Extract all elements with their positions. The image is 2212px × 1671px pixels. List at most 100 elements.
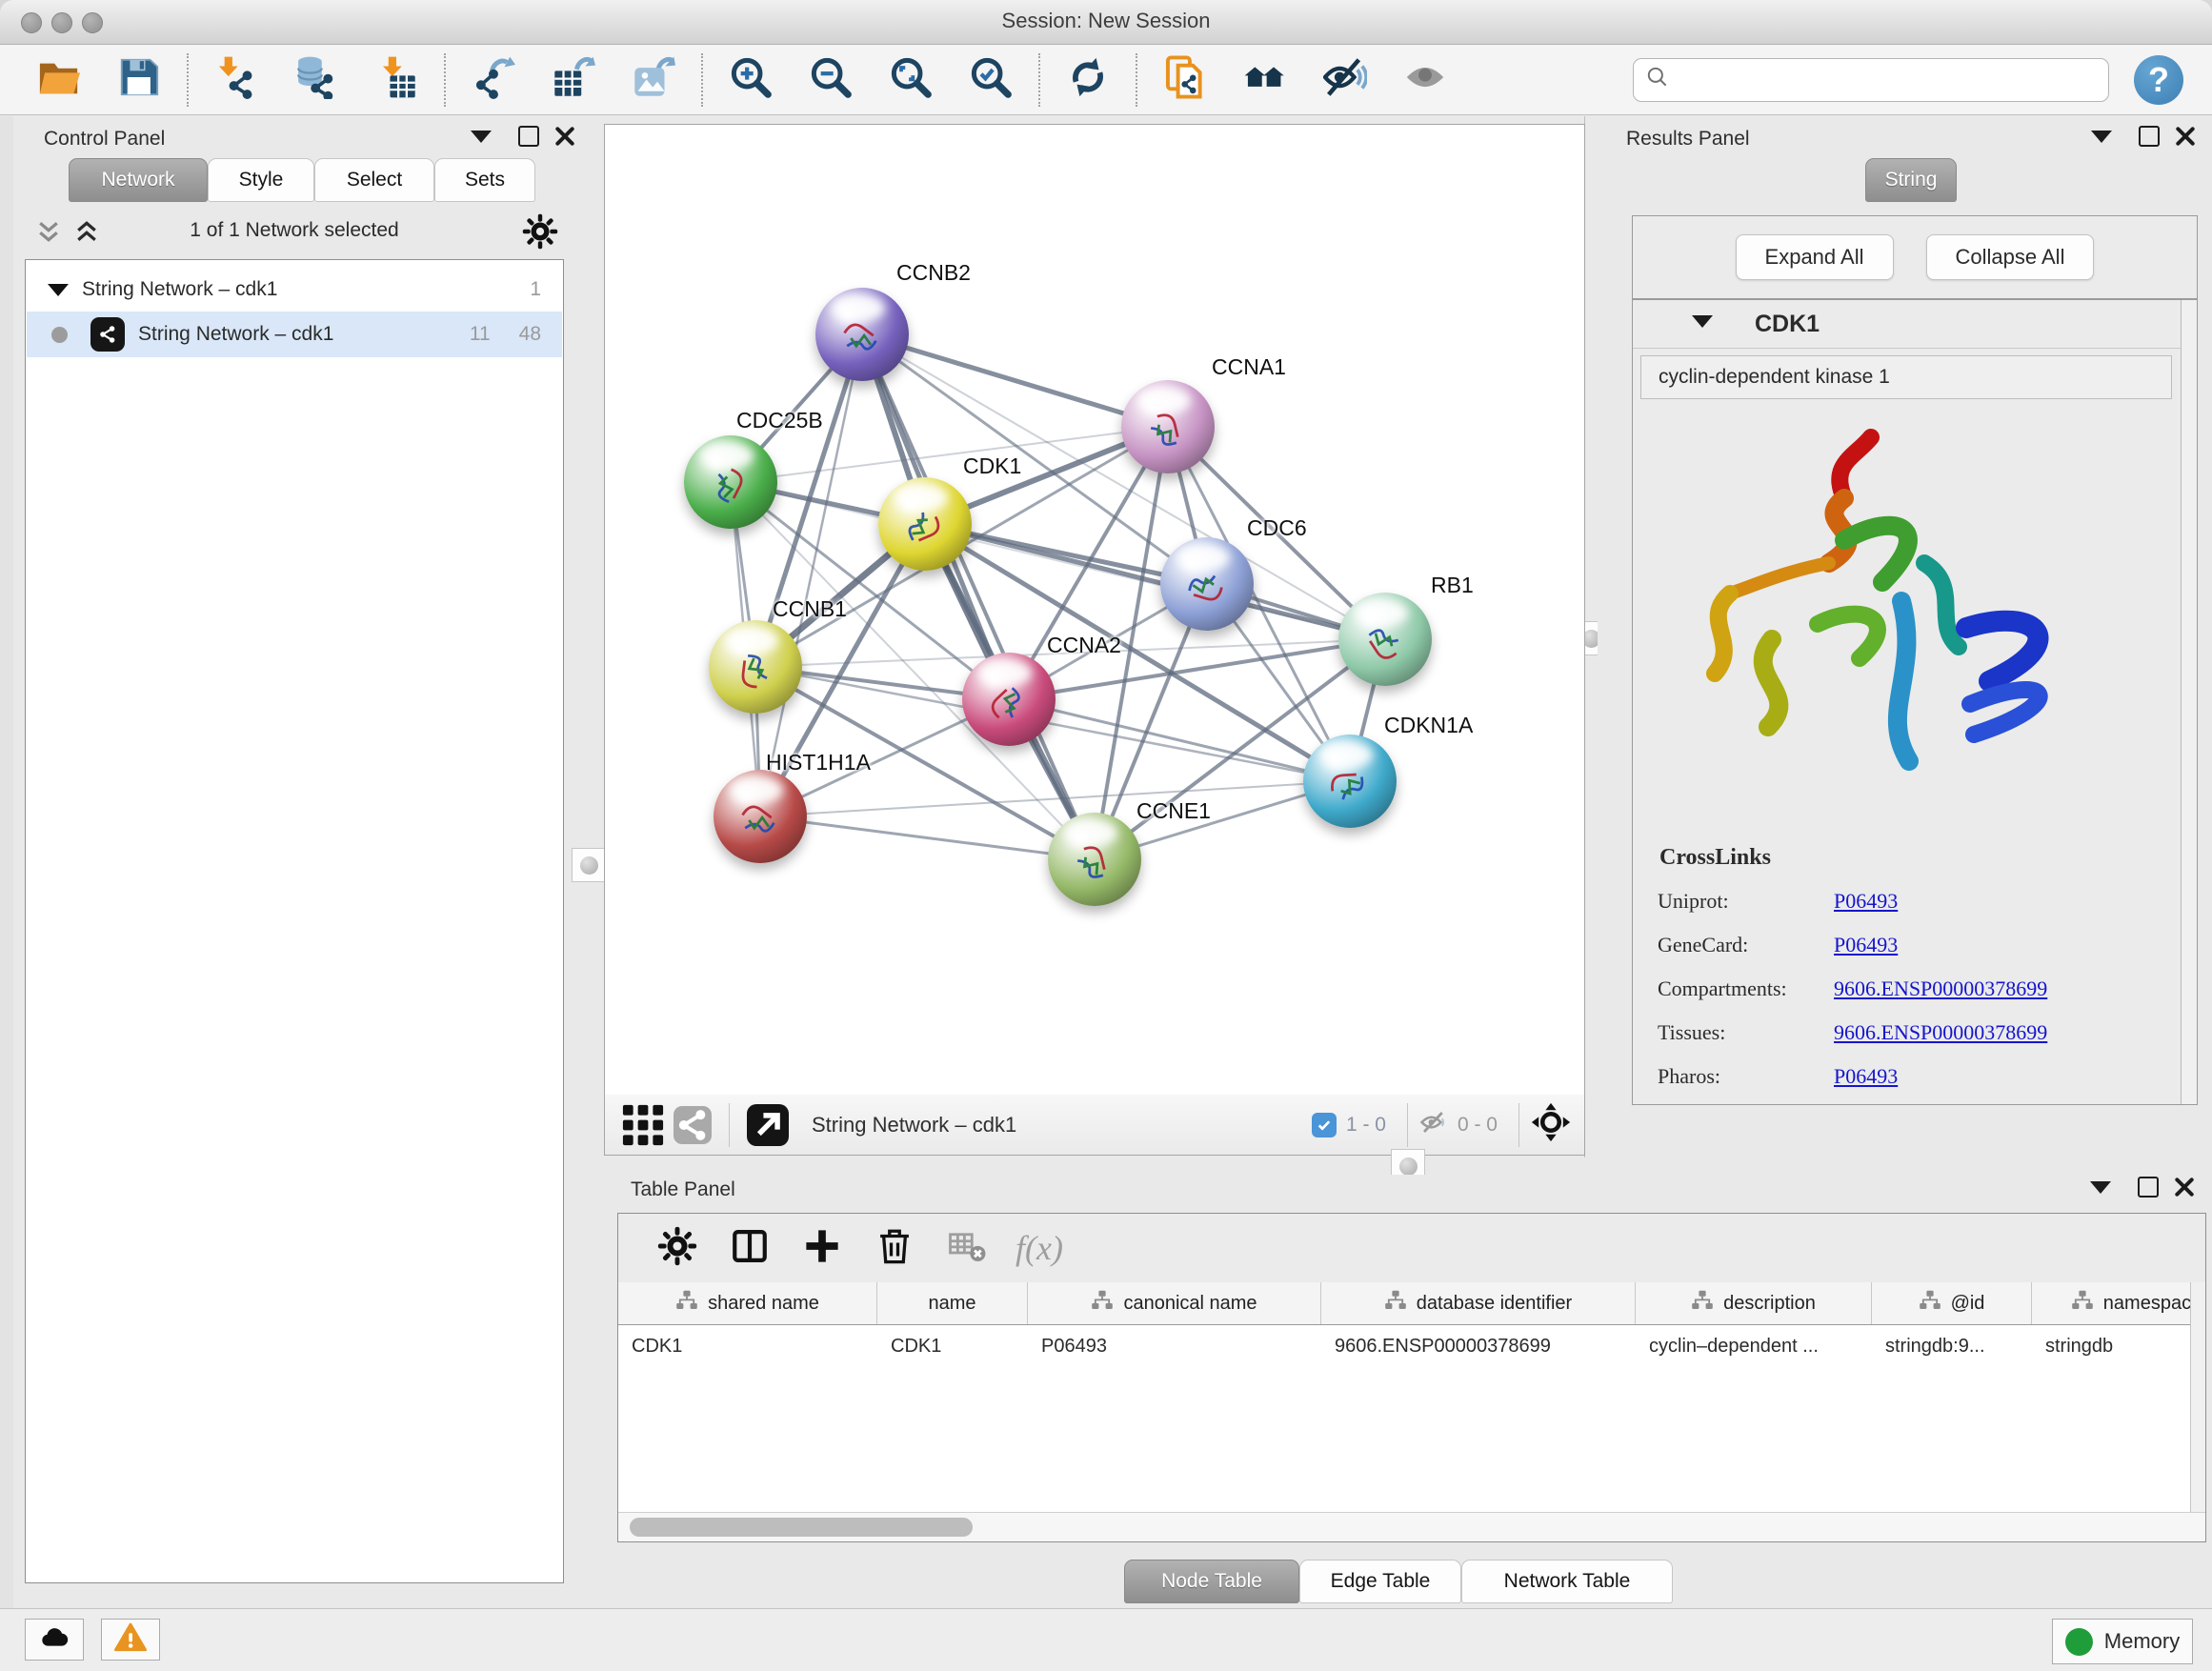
crosslink-link[interactable]: P06493 bbox=[1834, 889, 1898, 914]
tab-select[interactable]: Select bbox=[314, 158, 434, 202]
first-neighbors-button[interactable] bbox=[1225, 50, 1305, 111]
network-node-cdc6[interactable] bbox=[1160, 537, 1254, 631]
export-image-button[interactable] bbox=[613, 50, 694, 111]
table-cell[interactable]: 9606.ENSP00000378699 bbox=[1321, 1324, 1636, 1368]
table-vertical-scrollbar[interactable] bbox=[2190, 1282, 2205, 1513]
help-button[interactable]: ? bbox=[2134, 55, 2183, 105]
table-cell[interactable]: stringdb:9... bbox=[1872, 1324, 2032, 1368]
cloud-status-button[interactable] bbox=[25, 1619, 84, 1661]
save-session-button[interactable] bbox=[99, 50, 179, 111]
import-network-database-button[interactable] bbox=[276, 50, 356, 111]
export-table-button[interactable] bbox=[533, 50, 613, 111]
table-panel-menu-icon[interactable] bbox=[2088, 1175, 2113, 1199]
clone-network-button[interactable] bbox=[1145, 50, 1225, 111]
zoom-fit-button[interactable] bbox=[871, 50, 951, 111]
results-panel-float-icon[interactable] bbox=[2137, 124, 2162, 149]
results-scrollbar[interactable] bbox=[2181, 300, 2197, 1104]
network-node-hist1h1a[interactable] bbox=[714, 770, 807, 863]
table-panel-close-icon[interactable] bbox=[2172, 1175, 2197, 1199]
column-header-canonical-name[interactable]: canonical name bbox=[1028, 1282, 1321, 1324]
scrollbar-thumb[interactable] bbox=[630, 1518, 973, 1537]
show-all-button[interactable] bbox=[1385, 50, 1465, 111]
network-node-ccna1[interactable] bbox=[1121, 380, 1215, 473]
selected-checkbox-icon[interactable] bbox=[1312, 1113, 1337, 1137]
show-columns-button[interactable] bbox=[714, 1219, 786, 1277]
left-splitter-handle[interactable] bbox=[572, 848, 606, 882]
refresh-layout-button[interactable] bbox=[1048, 50, 1128, 111]
column-header-namespace[interactable]: namespace bbox=[2032, 1282, 2206, 1324]
network-canvas[interactable]: CCNB2 CCNA1 CDC25B CDK1 CDC6 RB1 CCNB1 C… bbox=[604, 124, 1585, 1096]
birdseye-navigator-icon[interactable] bbox=[1531, 1102, 1571, 1147]
tab-string[interactable]: String bbox=[1865, 158, 1957, 202]
detach-view-button[interactable] bbox=[741, 1100, 794, 1150]
control-panel-menu-icon[interactable] bbox=[469, 124, 493, 149]
network-node-rb1[interactable] bbox=[1338, 593, 1432, 686]
memory-button[interactable]: Memory bbox=[2052, 1619, 2193, 1664]
table-panel-float-icon[interactable] bbox=[2136, 1175, 2161, 1199]
delete-column-button[interactable] bbox=[858, 1219, 931, 1277]
create-column-button[interactable] bbox=[786, 1219, 858, 1277]
open-folder-icon bbox=[37, 55, 81, 104]
tab-network[interactable]: Network bbox=[69, 158, 208, 202]
column-header-shared-name[interactable]: shared name bbox=[618, 1282, 877, 1324]
zoom-selected-button[interactable] bbox=[951, 50, 1031, 111]
export-network-button[interactable] bbox=[453, 50, 533, 111]
network-node-cdk1[interactable] bbox=[878, 477, 972, 571]
table-row[interactable]: CDK1CDK1P064939606.ENSP00000378699cyclin… bbox=[618, 1324, 2206, 1368]
network-view-share-icon[interactable] bbox=[668, 1100, 717, 1150]
left-splitter[interactable] bbox=[575, 116, 604, 1608]
results-panel-menu-icon[interactable] bbox=[2089, 124, 2114, 149]
expand-all-button[interactable]: Expand All bbox=[1736, 234, 1894, 280]
network-node-ccne1[interactable] bbox=[1048, 813, 1141, 906]
warning-status-button[interactable] bbox=[101, 1619, 160, 1661]
grid-view-icon[interactable] bbox=[618, 1100, 668, 1150]
import-table-button[interactable] bbox=[356, 50, 436, 111]
tab-edge-table[interactable]: Edge Table bbox=[1299, 1560, 1461, 1603]
network-node-cdkn1a[interactable] bbox=[1303, 735, 1397, 828]
table-horizontal-scrollbar[interactable] bbox=[618, 1512, 2205, 1541]
zoom-out-button[interactable] bbox=[791, 50, 871, 111]
protein-section-header[interactable]: CDK1 bbox=[1633, 300, 2182, 349]
function-builder-button[interactable]: f(x) bbox=[1003, 1219, 1076, 1277]
network-node-ccna2[interactable] bbox=[962, 653, 1056, 746]
tab-style[interactable]: Style bbox=[208, 158, 314, 202]
protein-expander-icon[interactable] bbox=[1692, 315, 1713, 332]
tab-sets[interactable]: Sets bbox=[434, 158, 535, 202]
control-panel-close-icon[interactable] bbox=[553, 124, 577, 149]
image-export-icon bbox=[632, 55, 675, 104]
table-cell[interactable]: P06493 bbox=[1028, 1324, 1321, 1368]
open-session-button[interactable] bbox=[19, 50, 99, 111]
column-header-description[interactable]: description bbox=[1636, 1282, 1872, 1324]
crosslink-link[interactable]: 9606.ENSP00000378699 bbox=[1834, 1020, 2047, 1045]
table-cell[interactable]: CDK1 bbox=[618, 1324, 877, 1368]
zoom-in-button[interactable] bbox=[711, 50, 791, 111]
network-node-ccnb2[interactable] bbox=[815, 288, 909, 381]
table-settings-button[interactable] bbox=[641, 1219, 714, 1277]
crosslink-link[interactable]: P06493 bbox=[1834, 933, 1898, 957]
network-options-gear-icon[interactable] bbox=[522, 213, 558, 254]
control-panel-float-icon[interactable] bbox=[516, 124, 541, 149]
table-cell[interactable]: cyclin–dependent ... bbox=[1636, 1324, 1872, 1368]
delete-table-button[interactable] bbox=[931, 1219, 1003, 1277]
network-node-cdc25b[interactable] bbox=[684, 435, 777, 529]
column-header-name[interactable]: name bbox=[877, 1282, 1028, 1324]
import-network-file-button[interactable] bbox=[196, 50, 276, 111]
crosslink-link[interactable]: P06493 bbox=[1834, 1064, 1898, 1089]
collection-expander-icon[interactable] bbox=[48, 284, 69, 296]
table-cell[interactable]: stringdb bbox=[2032, 1324, 2206, 1368]
search-input[interactable] bbox=[1670, 68, 2097, 91]
column-header-database-identifier[interactable]: database identifier bbox=[1321, 1282, 1636, 1324]
crosslink-link[interactable]: 9606.ENSP00000378699 bbox=[1834, 976, 2047, 1001]
hide-selected-button[interactable] bbox=[1305, 50, 1385, 111]
network-collection-row[interactable]: String Network – cdk1 1 bbox=[27, 268, 562, 312]
network-row[interactable]: String Network – cdk1 11 48 bbox=[27, 312, 562, 357]
collapse-all-button[interactable]: Collapse All bbox=[1926, 234, 2095, 280]
network-node-ccnb1[interactable] bbox=[709, 620, 802, 714]
results-panel-close-icon[interactable] bbox=[2173, 124, 2198, 149]
column-header--id[interactable]: @id bbox=[1872, 1282, 2032, 1324]
tab-node-table[interactable]: Node Table bbox=[1124, 1560, 1299, 1603]
zoom-out-icon bbox=[809, 55, 853, 104]
window-left-splitter[interactable] bbox=[0, 116, 14, 1608]
table-cell[interactable]: CDK1 bbox=[877, 1324, 1028, 1368]
tab-network-table[interactable]: Network Table bbox=[1461, 1560, 1673, 1603]
